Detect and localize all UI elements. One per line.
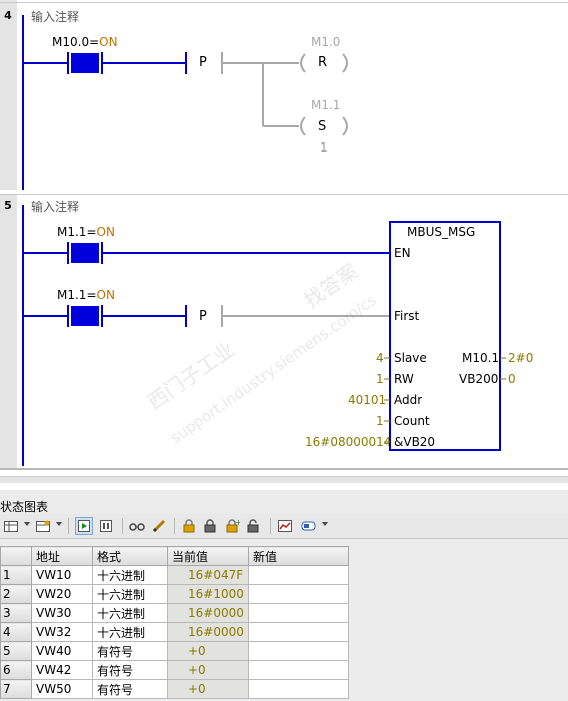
table-row[interactable]: 6 VW42 有符号 +0 — [0, 660, 349, 680]
cell-new-value[interactable] — [248, 660, 349, 680]
cell-format[interactable]: 有符号 — [92, 660, 168, 680]
cell-address[interactable]: VW30 — [31, 603, 93, 623]
cell-address[interactable]: VW10 — [31, 565, 93, 585]
status-chart-toolbar: + — [0, 514, 568, 539]
cell-new-value[interactable] — [248, 641, 349, 661]
cell-current-value: 16#0000 — [167, 622, 249, 642]
status-chart-table: 地址 格式 当前值 新值 1 VW10 十六进制 16#047F 2 VW20 … — [0, 546, 349, 699]
cell-address[interactable]: VW32 — [31, 622, 93, 642]
cell-new-value[interactable] — [248, 679, 349, 699]
row-number: 6 — [0, 660, 32, 680]
tag-icon[interactable] — [300, 517, 318, 535]
table-row[interactable]: 2 VW20 十六进制 16#1000 — [0, 584, 349, 604]
edge-p-5[interactable] — [185, 305, 223, 327]
pencil-icon[interactable] — [150, 517, 168, 535]
coil-s[interactable] — [300, 116, 348, 136]
cell-current-value: 16#047F — [167, 565, 249, 585]
cell-current-value: +0 — [167, 660, 249, 680]
chevron-down-icon[interactable] — [56, 522, 62, 526]
row-number: 3 — [0, 603, 32, 623]
row-number: 5 — [0, 641, 32, 661]
cell-address[interactable]: VW42 — [31, 660, 93, 680]
ladder-graphics — [22, 15, 506, 466]
contact-m10-0[interactable] — [67, 52, 103, 74]
col-address[interactable]: 地址 — [31, 546, 93, 566]
cell-new-value[interactable] — [248, 584, 349, 604]
cell-current-value: +0 — [167, 679, 249, 699]
trend-chart-icon[interactable] — [276, 517, 294, 535]
contact-en[interactable] — [67, 242, 103, 264]
ladder-editor[interactable]: 4 输入注释 M10.0=ON M1.0 1 M1.1 1 P R S 5 输入… — [0, 0, 568, 490]
play-icon[interactable] — [75, 517, 93, 535]
col-index — [0, 546, 32, 566]
cell-new-value[interactable] — [248, 565, 349, 585]
row-number: 4 — [0, 622, 32, 642]
col-format[interactable]: 格式 — [92, 546, 168, 566]
table-row[interactable]: 7 VW50 有符号 +0 — [0, 679, 349, 699]
unlock-icon[interactable] — [246, 517, 264, 535]
svg-text:+: + — [235, 519, 240, 527]
cell-current-value: 16#0000 — [167, 603, 249, 623]
row-number: 2 — [0, 584, 32, 604]
glasses-icon[interactable] — [128, 517, 146, 535]
chevron-down-icon[interactable] — [24, 522, 30, 526]
status-chart-panel: 状态图表 + 地址 格式 当前值 新值 1 VW10 十六进制 16#047F … — [0, 490, 568, 701]
cell-format[interactable]: 有符号 — [92, 641, 168, 661]
edge-p-4[interactable] — [185, 52, 223, 74]
lock-closed-icon[interactable] — [202, 517, 220, 535]
table-row[interactable]: 1 VW10 十六进制 16#047F — [0, 565, 349, 585]
cell-address[interactable]: VW40 — [31, 641, 93, 661]
cell-format[interactable]: 有符号 — [92, 679, 168, 699]
col-new-value[interactable]: 新值 — [248, 546, 349, 566]
cell-format[interactable]: 十六进制 — [92, 584, 168, 604]
table-row[interactable]: 4 VW32 十六进制 16#0000 — [0, 622, 349, 642]
col-current-value[interactable]: 当前值 — [167, 546, 249, 566]
splitter[interactable] — [0, 476, 568, 483]
cell-new-value[interactable] — [248, 603, 349, 623]
row-number: 7 — [0, 679, 32, 699]
coil-r[interactable] — [300, 53, 348, 73]
table-row[interactable]: 3 VW30 十六进制 16#0000 — [0, 603, 349, 623]
status-chart-title: 状态图表 — [0, 500, 49, 514]
contact-first[interactable] — [67, 305, 103, 327]
table-row[interactable]: 5 VW40 有符号 +0 — [0, 641, 349, 661]
lock-plus-icon[interactable]: + — [224, 517, 242, 535]
mbus-msg-block — [389, 221, 501, 451]
cell-format[interactable]: 十六进制 — [92, 622, 168, 642]
cell-address[interactable]: VW20 — [31, 584, 93, 604]
cell-current-value: +0 — [167, 641, 249, 661]
chevron-down-icon[interactable] — [322, 522, 328, 526]
cell-new-value[interactable] — [248, 622, 349, 642]
table-header-row: 地址 格式 当前值 新值 — [0, 546, 349, 566]
cell-format[interactable]: 十六进制 — [92, 565, 168, 585]
lock-icon[interactable] — [180, 517, 198, 535]
cell-current-value: 16#1000 — [167, 584, 249, 604]
pause-icon[interactable] — [97, 517, 115, 535]
table-add-icon[interactable] — [34, 517, 52, 535]
cell-format[interactable]: 十六进制 — [92, 603, 168, 623]
cell-address[interactable]: VW50 — [31, 679, 93, 699]
table-icon[interactable] — [2, 517, 20, 535]
row-number: 1 — [0, 565, 32, 585]
